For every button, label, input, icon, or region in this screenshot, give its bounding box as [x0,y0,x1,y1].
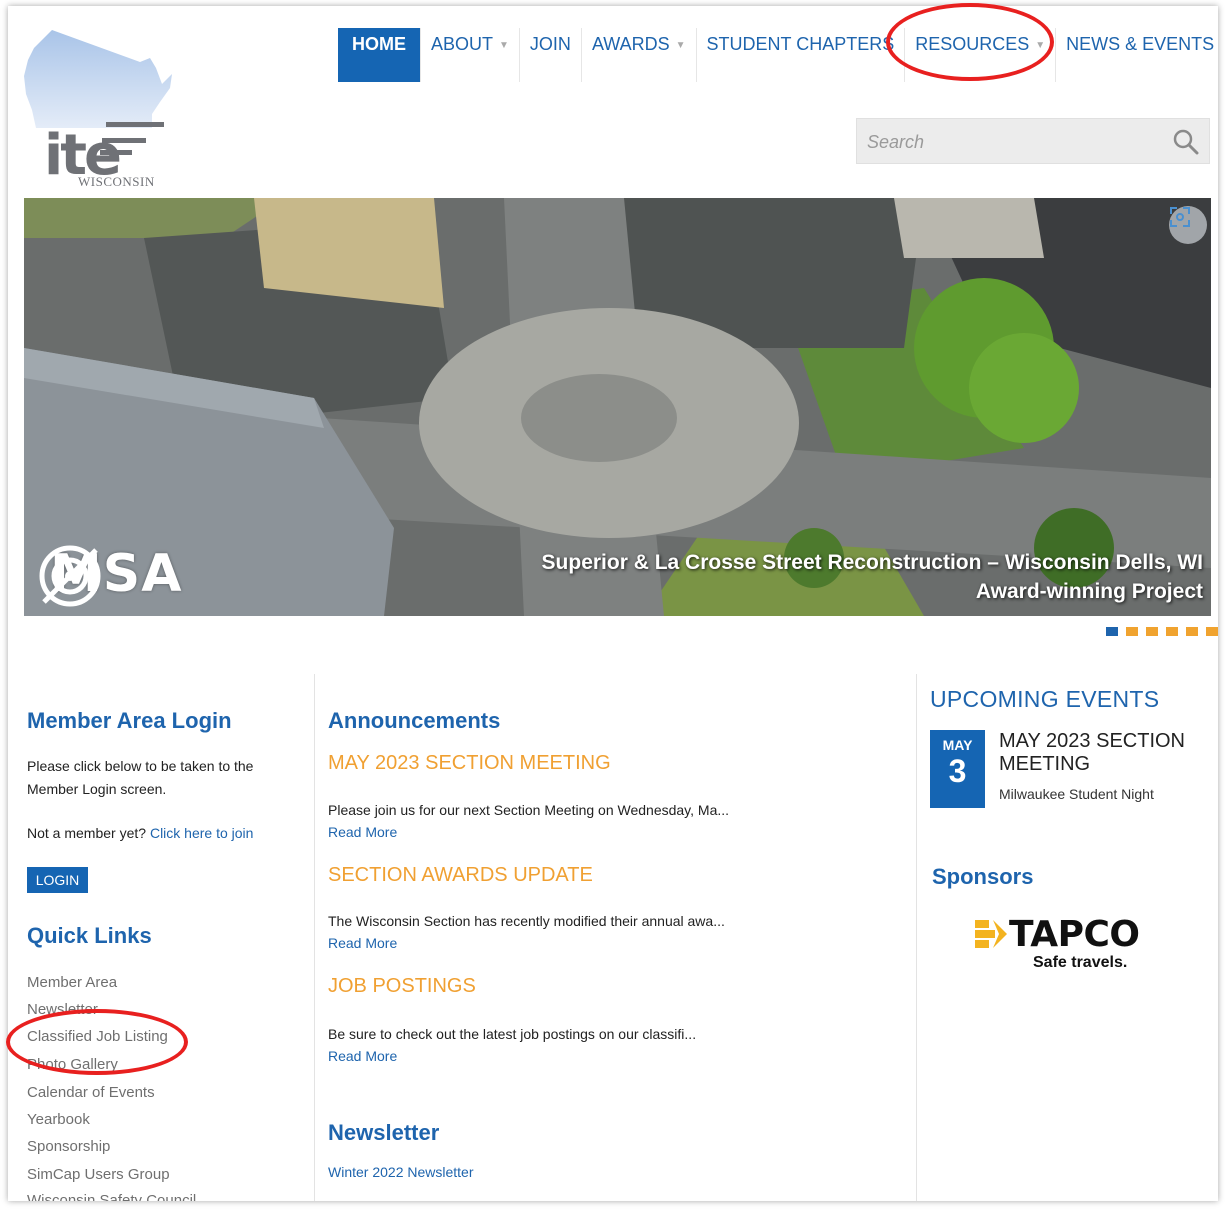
slider-dots [1106,627,1218,636]
quick-link-classified-job-listing[interactable]: Classified Job Listing [27,1028,168,1045]
hero-slider[interactable]: MSA Superior & La Crosse Street Reconstr… [24,198,1211,616]
event-subtitle: Milwaukee Student Night [999,786,1154,802]
nav-join-label: JOIN [529,34,571,54]
announcement-title[interactable]: MAY 2023 SECTION MEETING [328,752,611,775]
chevron-down-icon: ▼ [1035,40,1046,51]
hero-caption-line1: Superior & La Crosse Street Reconstructi… [541,551,1203,574]
member-login-title: Member Area Login [27,708,232,733]
event-title[interactable]: MAY 2023 SECTION MEETING [999,730,1199,776]
quick-link-newsletter[interactable]: Newsletter [27,1001,98,1018]
nav-about-label: ABOUT [431,34,494,54]
member-login-text-line1: Please click below to be taken to the [27,758,254,774]
newsletter-link[interactable]: Winter 2022 Newsletter [328,1164,474,1180]
hero-caption-line2: Award-winning Project [975,580,1203,603]
nav-student-chapters[interactable]: STUDENT CHAPTERS [697,28,906,82]
hero-caption: Superior & La Crosse Street Reconstructi… [542,548,1203,606]
search-icon[interactable] [1173,129,1199,155]
nav-home-label: HOME [352,34,406,54]
join-link[interactable]: Click here to join [150,825,254,841]
chevron-down-icon: ▼ [499,40,509,51]
msa-target-icon [39,545,101,607]
nav-student-chapters-label: STUDENT CHAPTERS [706,34,895,54]
nav-about[interactable]: ABOUT ▼ [421,28,520,82]
nav-join[interactable]: JOIN [520,28,582,82]
quick-link-calendar[interactable]: Calendar of Events [27,1084,155,1101]
nav-resources-label: RESOURCES [915,34,1030,54]
slider-dot[interactable] [1186,627,1198,636]
announcement-body: Please join us for our next Section Meet… [328,802,730,818]
site-logo[interactable]: ite WISCONSIN [22,24,172,189]
event-day: 3 [948,753,967,789]
slider-dot[interactable] [1146,627,1158,636]
newsletter-title: Newsletter [328,1120,440,1145]
nav-awards[interactable]: AWARDS ▼ [582,28,697,82]
event-date-badge: MAY 3 [930,730,985,808]
fullscreen-icon [1170,207,1190,227]
nav-news-events-label: NEWS & EVENTS [1066,34,1215,54]
member-login-text-line2: Member Login screen. [27,781,167,797]
nav-awards-label: AWARDS [591,34,670,54]
quick-link-member-area[interactable]: Member Area [27,974,117,991]
announcement-title[interactable]: JOB POSTINGS [328,975,476,998]
nav-resources[interactable]: RESOURCES ▼ [905,28,1057,82]
read-more-link[interactable]: Read More [328,824,397,840]
member-login-text: Please click below to be taken to the Me… [27,755,253,801]
msa-logo: MSA [38,544,182,607]
read-more-link[interactable]: Read More [328,1048,397,1064]
page: ite WISCONSIN HOME ABOUT ▼ JOIN AWARDS ▼ S… [8,6,1218,1201]
main-nav: HOME ABOUT ▼ JOIN AWARDS ▼ STUDENT CHAPTER… [338,28,1218,84]
chevron-down-icon: ▼ [675,40,686,51]
not-member-text: Not a member yet? Click here to join [27,822,253,845]
search-input[interactable] [865,127,1159,157]
quick-link-safety-council[interactable]: Wisconsin Safety Council [27,1192,196,1201]
expand-icon[interactable] [1169,206,1207,244]
announcements-title: Announcements [328,708,501,733]
read-more-link[interactable]: Read More [328,935,397,951]
nav-news-events[interactable]: NEWS & EVENTS▼ [1056,28,1218,82]
nav-home[interactable]: HOME [338,28,421,82]
logo-wisconsin-text: WISCONSIN [78,174,155,189]
event-month: MAY [942,737,973,753]
quick-link-yearbook[interactable]: Yearbook [27,1111,90,1128]
upcoming-events-title: UPCOMING EVENTS [930,686,1160,712]
wisconsin-map-icon [24,30,172,128]
slider-dot[interactable] [1126,627,1138,636]
sponsor-tapco-logo[interactable]: TAPCO Safe travels. [975,914,1165,974]
slider-dot[interactable] [1106,627,1118,636]
announcement-title[interactable]: SECTION AWARDS UPDATE [328,864,593,887]
column-divider [916,674,917,1201]
tapco-arrow-icon [975,920,1007,948]
tapco-wordmark: TAPCO [1009,914,1140,955]
slider-dot[interactable] [1206,627,1218,636]
quick-link-simcap[interactable]: SimCap Users Group [27,1166,170,1183]
search-box [856,118,1210,164]
sponsors-title: Sponsors [932,864,1034,889]
quick-link-sponsorship[interactable]: Sponsorship [27,1138,110,1155]
login-button[interactable]: LOGIN [27,867,88,893]
quick-links-title: Quick Links [27,923,152,948]
logo-bars-icon [100,122,164,155]
quick-link-photo-gallery[interactable]: Photo Gallery [27,1056,118,1073]
slider-dot[interactable] [1166,627,1178,636]
column-divider [314,674,315,1201]
not-member-label: Not a member yet? [27,825,147,841]
tapco-tagline: Safe travels. [1033,954,1128,971]
announcement-body: The Wisconsin Section has recently modif… [328,913,725,929]
announcement-body: Be sure to check out the latest job post… [328,1026,697,1042]
